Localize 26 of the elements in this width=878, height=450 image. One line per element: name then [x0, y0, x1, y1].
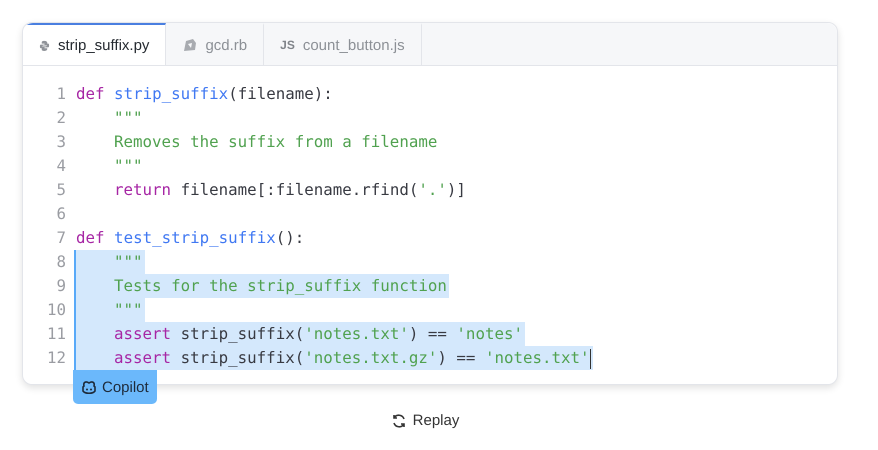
- code-line: return filename[:filename.rfind('.')]: [113, 179, 467, 201]
- copilot-badge: Copilot: [73, 370, 157, 404]
- line-number: 3: [55, 131, 67, 153]
- code-line: """: [113, 107, 144, 129]
- python-icon: [39, 40, 50, 50]
- code-line: def strip_suffix(filename):: [75, 83, 334, 105]
- gem-icon: [182, 38, 198, 52]
- line-number: 12: [46, 347, 67, 369]
- line-number: 8: [55, 251, 67, 273]
- js-icon: JS: [280, 38, 295, 52]
- replay-icon: [390, 412, 407, 428]
- line-number: 2: [55, 107, 67, 129]
- copilot-icon: [81, 380, 97, 394]
- line-number: 6: [55, 203, 67, 225]
- line-number: 4: [55, 155, 67, 177]
- file-tab[interactable]: strip_suffix.py: [23, 23, 166, 65]
- code-line: """: [113, 155, 144, 177]
- line-number: 10: [46, 299, 67, 321]
- code-line: Removes the suffix from a filename: [113, 131, 438, 153]
- code-line: def test_strip_suffix():: [75, 227, 306, 249]
- line-number: 1: [55, 83, 67, 105]
- line-number: 7: [55, 227, 67, 249]
- line-number: 5: [55, 179, 67, 201]
- line-number: 9: [55, 275, 67, 297]
- line-number: 11: [46, 323, 67, 345]
- replay-button[interactable]: Replay: [384, 411, 466, 430]
